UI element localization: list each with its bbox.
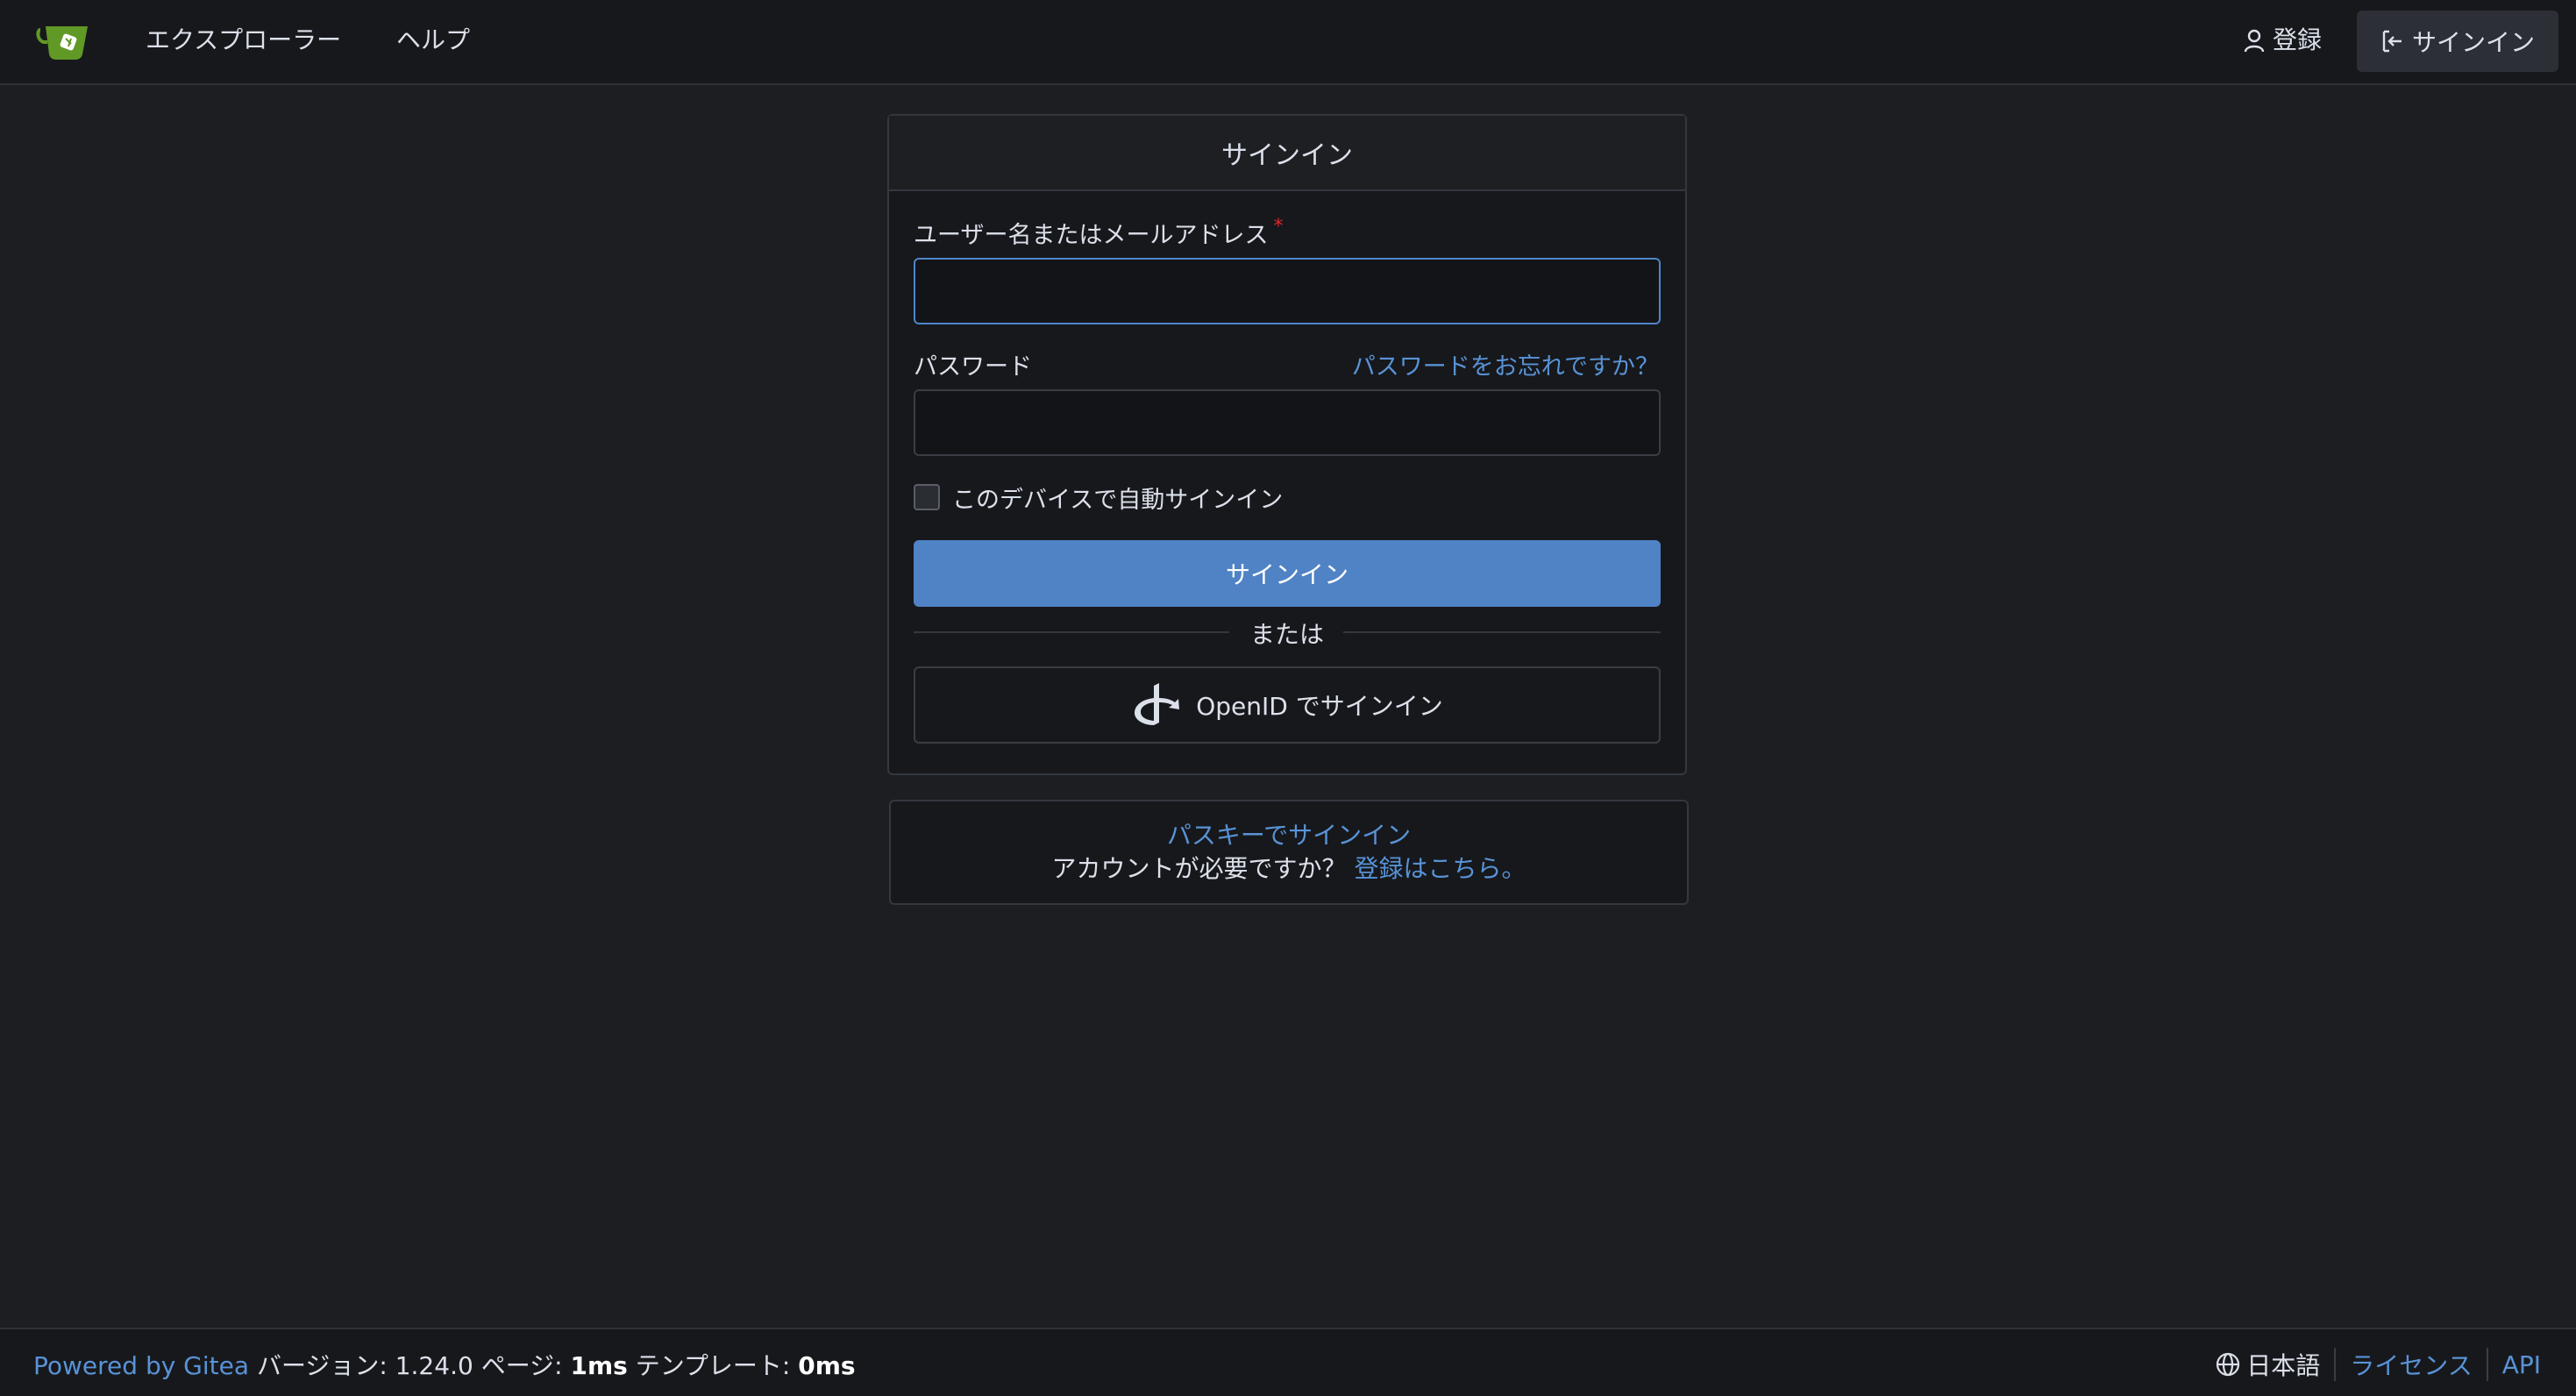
powered-by-link[interactable]: Powered by Gitea [33, 1351, 249, 1380]
passkey-row: パスキーでサインイン [891, 819, 1687, 852]
globe-icon [2217, 1352, 2240, 1377]
version-value: 1.24.0 [395, 1351, 473, 1380]
footer-links: 日本語 ライセンス API [2215, 1347, 2541, 1382]
register-label: 登録 [2273, 25, 2323, 54]
password-input[interactable] [914, 389, 1661, 456]
footer-separator [2334, 1348, 2337, 1381]
page-label: ページ: [480, 1351, 563, 1380]
language-selector[interactable]: 日本語 [2246, 1347, 2320, 1382]
top-navbar: エクスプローラー ヘルプ 登録 サインイン [0, 0, 2576, 85]
nav-signin-button[interactable]: サインイン [2357, 11, 2558, 72]
footer-separator [2486, 1348, 2488, 1381]
divider-text: または [1249, 620, 1324, 649]
version-label: バージョン: [256, 1351, 388, 1380]
username-label-text: ユーザー名またはメールアドレス [914, 222, 1269, 249]
template-label: テンプレート: [635, 1351, 791, 1380]
license-link[interactable]: ライセンス [2350, 1347, 2472, 1382]
password-label: パスワード [914, 353, 1032, 381]
register-here-link[interactable]: 登録はこちら。 [1354, 854, 1526, 883]
gitea-logo-icon[interactable] [35, 21, 93, 61]
person-icon [2244, 29, 2265, 53]
remember-checkbox[interactable] [914, 484, 940, 510]
need-account-text: アカウントが必要ですか？ [1051, 854, 1347, 883]
register-link[interactable]: 登録 [2243, 23, 2322, 58]
username-label: ユーザー名またはメールアドレス * [914, 216, 1283, 250]
footer-info: Powered by Gitea バージョン: 1.24.0 ページ: 1ms … [33, 1347, 856, 1382]
page-time: 1ms [570, 1351, 628, 1380]
sign-in-icon [2382, 30, 2402, 53]
api-link[interactable]: API [2502, 1350, 2541, 1379]
divider-right [1343, 631, 1661, 633]
passkey-link[interactable]: パスキーでサインイン [1167, 821, 1411, 850]
nav-help-link[interactable]: ヘルプ [396, 23, 470, 58]
username-input[interactable] [914, 258, 1661, 324]
openid-label: OpenID でサインイン [1196, 692, 1443, 721]
signin-card: サインイン ユーザー名またはメールアドレス * パスワード パスワードをお忘れです… [887, 114, 1687, 775]
nav-explore-link[interactable]: エクスプローラー [146, 23, 341, 58]
remember-label[interactable]: このデバイスで自動サインイン [952, 481, 1283, 515]
need-account-row: アカウントが必要ですか？ 登録はこちら。 [891, 852, 1687, 886]
signin-card-title: サインイン [889, 116, 1685, 191]
template-time: 0ms [798, 1351, 856, 1380]
required-mark: * [1273, 216, 1284, 238]
nav-signin-label: サインイン [2411, 28, 2535, 57]
signin-submit-button[interactable]: サインイン [914, 540, 1661, 607]
openid-icon [1135, 683, 1180, 725]
forgot-password-link[interactable]: パスワードをお忘れですか？ [1352, 347, 1659, 381]
openid-signin-button[interactable]: OpenID でサインイン [914, 666, 1661, 744]
footer: Powered by Gitea バージョン: 1.24.0 ページ: 1ms … [0, 1328, 2576, 1396]
alt-signin-card: パスキーでサインイン アカウントが必要ですか？ 登録はこちら。 [889, 800, 1689, 905]
